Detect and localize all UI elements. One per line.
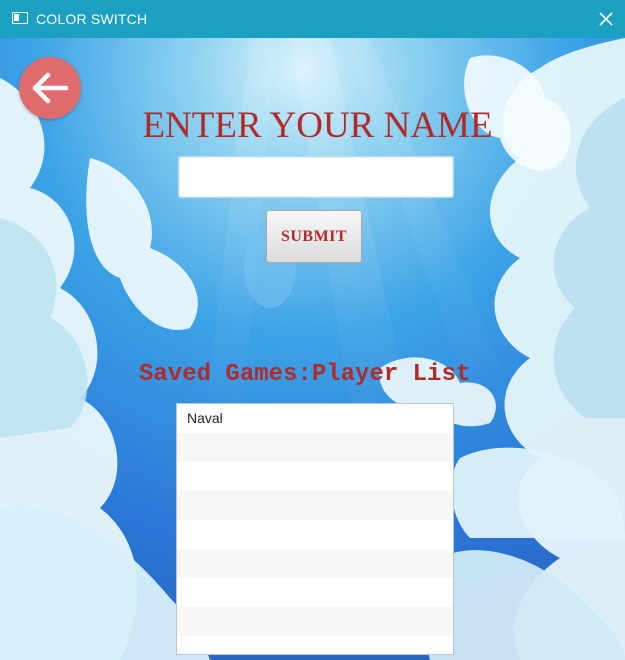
- list-item[interactable]: [177, 578, 453, 607]
- app-window: COLOR SWITCH ENTER YOUR NAME SUBMIT Save…: [0, 0, 625, 660]
- list-item[interactable]: [177, 549, 453, 578]
- list-item[interactable]: [177, 491, 453, 520]
- close-button[interactable]: [593, 6, 619, 32]
- submit-button-label: SUBMIT: [280, 227, 348, 245]
- list-item[interactable]: Naval: [177, 404, 453, 433]
- close-icon: [599, 12, 613, 26]
- enter-name-heading: ENTER YOUR NAME: [142, 105, 493, 146]
- list-item[interactable]: [177, 607, 453, 636]
- player-name-input[interactable]: [178, 156, 454, 198]
- window-app-icon: [12, 12, 28, 24]
- list-item[interactable]: [177, 433, 453, 462]
- title-bar: COLOR SWITCH: [0, 0, 625, 38]
- player-list[interactable]: Naval: [176, 403, 454, 655]
- list-item[interactable]: [177, 520, 453, 549]
- submit-button[interactable]: SUBMIT: [266, 210, 362, 263]
- list-item[interactable]: [177, 462, 453, 491]
- list-item[interactable]: [177, 636, 453, 654]
- window-title: COLOR SWITCH: [36, 11, 148, 27]
- saved-games-heading: Saved Games:Player List: [139, 361, 471, 388]
- sky-background: ENTER YOUR NAME SUBMIT Saved Games:Playe…: [0, 38, 625, 660]
